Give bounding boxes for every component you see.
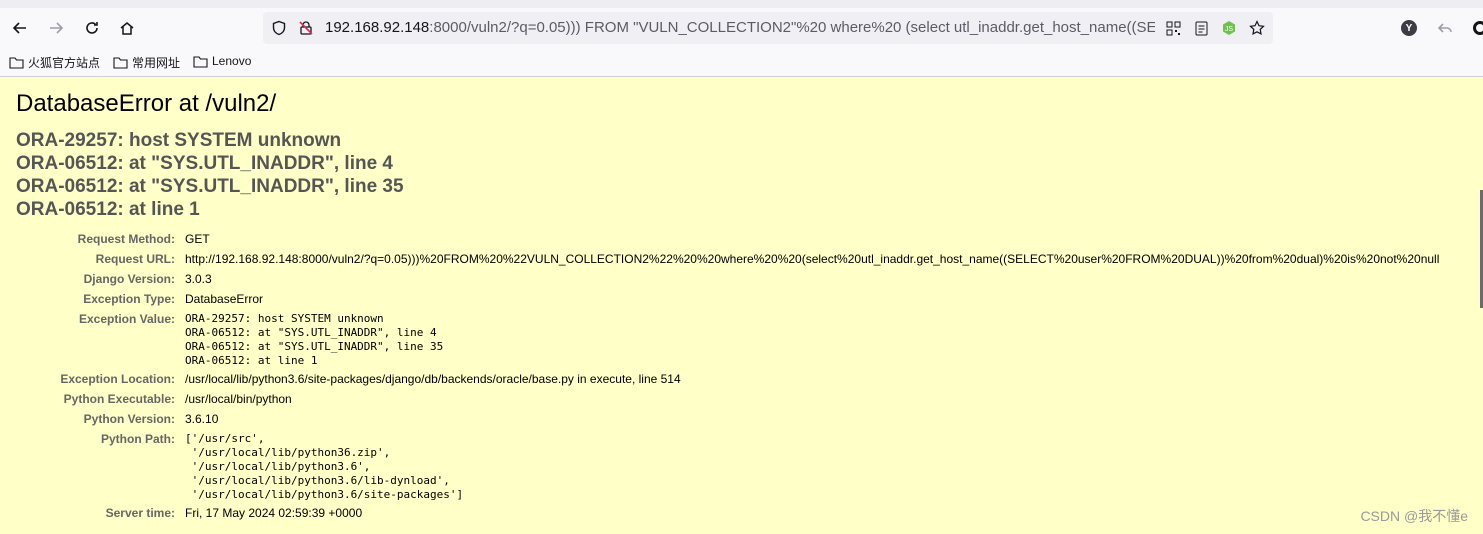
address-bar[interactable]: 192.168.92.148:8000/vuln2/?q=0.05))) FRO… (263, 12, 1273, 44)
svg-text:JS: JS (1225, 26, 1234, 33)
meta-row-python-path: Python Path: ['/usr/src', '/usr/local/li… (0, 432, 1439, 506)
exception-value-cell: ORA-29257: host SYSTEM unknown ORA-06512… (185, 312, 1439, 372)
meta-value: 3.0.3 (185, 272, 212, 286)
reload-icon (86, 22, 98, 34)
tab-strip (0, 0, 1483, 8)
meta-label: Exception Type: (83, 292, 175, 306)
meta-value: /usr/local/lib/python3.6/site-packages/d… (185, 372, 681, 386)
home-icon (120, 22, 134, 35)
meta-label: Python Path: (101, 432, 175, 446)
bookmark-label: Lenovo (212, 54, 252, 68)
bookmark-folder-common[interactable]: 常用网址 (113, 54, 180, 71)
meta-value: GET (185, 232, 210, 246)
undo-button[interactable] (1431, 14, 1459, 42)
meta-row-request-url: Request URL: http://192.168.92.148:8000/… (0, 252, 1440, 272)
url-host: 192.168.92.148 (325, 19, 430, 36)
meta-row-server-time: Server time: Fri, 17 May 2024 02:59:39 +… (0, 506, 1439, 526)
browser-chrome: 192.168.92.148:8000/vuln2/?q=0.05))) FRO… (0, 0, 1483, 77)
exception-value: ORA-29257: host SYSTEM unknown ORA-06512… (185, 312, 444, 367)
meta-row-exception-value: Exception Value: ORA-29257: host SYSTEM … (0, 312, 1439, 372)
meta-value: Fri, 17 May 2024 02:59:39 +0000 (185, 506, 363, 520)
folder-icon (9, 57, 24, 69)
back-button[interactable] (6, 14, 34, 42)
meta-value: /usr/local/bin/python (185, 392, 292, 406)
extension-button[interactable] (1466, 14, 1483, 42)
python-path: ['/usr/src', '/usr/local/lib/python36.zi… (185, 432, 464, 501)
request-url-value: http://192.168.92.148:8000/vuln2/?q=0.05… (185, 252, 1440, 266)
meta-label: Exception Location: (60, 372, 175, 386)
insecure-lock-icon[interactable] (296, 18, 316, 38)
meta-value: DatabaseError (185, 292, 264, 306)
folder-icon (193, 55, 208, 68)
profile-button[interactable]: Y (1395, 14, 1423, 42)
bookmark-star-icon[interactable] (1247, 18, 1267, 38)
avatar: Y (1401, 20, 1417, 36)
meta-label: Django Version: (83, 272, 175, 286)
url-path: :8000/vuln2/?q=0.05))) FROM "VULN_COLLEC… (429, 19, 1155, 36)
page-content: DatabaseError at /vuln2/ ORA-29257: host… (0, 77, 1483, 534)
page-title: DatabaseError at /vuln2/ (16, 90, 277, 117)
bookmark-folder-lenovo[interactable]: Lenovo (193, 54, 251, 68)
home-button[interactable] (113, 14, 141, 42)
extension-icon (1473, 21, 1483, 35)
bookmarks-toolbar: 火狐官方站点 常用网址 Lenovo (0, 50, 1483, 74)
meta-value: 3.6.10 (185, 412, 219, 426)
meta-label: Request URL: (95, 252, 175, 266)
folder-icon (113, 57, 128, 69)
meta-label: Server time: (105, 506, 175, 520)
arrow-left-icon (12, 22, 26, 34)
arrow-right-icon (50, 22, 64, 34)
reload-button[interactable] (78, 14, 106, 42)
bookmark-label: 火狐官方站点 (28, 56, 101, 70)
meta-row-python-version: Python Version: 3.6.10 (0, 412, 1439, 432)
error-line: ORA-06512: at line 1 (16, 199, 200, 220)
bookmark-label: 常用网址 (132, 56, 181, 70)
error-line: ORA-06512: at "SYS.UTL_INADDR", line 4 (16, 153, 393, 174)
meta-row-django-version: Django Version: 3.0.3 (0, 272, 1439, 292)
undo-arrow-icon (1437, 23, 1452, 33)
error-line: ORA-06512: at "SYS.UTL_INADDR", line 35 (16, 176, 404, 197)
python-path-cell: ['/usr/src', '/usr/local/lib/python36.zi… (185, 432, 1439, 506)
error-summary: ORA-29257: host SYSTEM unknown ORA-06512… (16, 129, 404, 221)
forward-button[interactable] (42, 14, 70, 42)
meta-row-python-executable: Python Executable: /usr/local/bin/python (0, 392, 1439, 412)
request-meta-table: Request Method: GET Request URL: http://… (0, 232, 1439, 526)
watermark: CSDN @我不懂e (1360, 508, 1468, 524)
error-line: ORA-29257: host SYSTEM unknown (16, 130, 342, 151)
meta-label: Python Executable: (63, 392, 175, 406)
meta-row-request-method: Request Method: GET (0, 232, 1439, 252)
url-text[interactable]: 192.168.92.148:8000/vuln2/?q=0.05))) FRO… (325, 19, 1155, 36)
meta-label: Python Version: (83, 412, 175, 426)
qr-code-icon[interactable] (1163, 18, 1183, 38)
shield-icon[interactable] (269, 18, 289, 38)
reader-view-icon[interactable] (1191, 18, 1211, 38)
profile-initial: Y (1405, 22, 1413, 34)
meta-row-exception-location: Exception Location: /usr/local/lib/pytho… (0, 372, 1439, 392)
meta-label: Exception Value: (78, 312, 175, 326)
nodejs-extension-icon[interactable]: JS (1219, 18, 1239, 38)
bookmark-folder-firefox[interactable]: 火狐官方站点 (9, 54, 100, 71)
meta-row-exception-type: Exception Type: DatabaseError (0, 292, 1439, 312)
meta-label: Request Method: (77, 232, 175, 246)
